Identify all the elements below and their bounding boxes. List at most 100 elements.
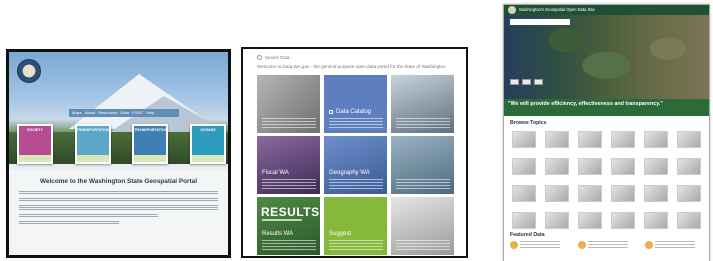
topic-thumbnail bbox=[611, 131, 635, 148]
map-control-button[interactable] bbox=[510, 79, 519, 85]
site-header: Washington's Geospatial Open Data Site bbox=[504, 5, 709, 15]
tile-label: Geography WA bbox=[329, 170, 370, 176]
topic-tile[interactable] bbox=[677, 158, 703, 181]
topic-tile[interactable] bbox=[677, 131, 703, 154]
nav-item-help[interactable]: Help bbox=[146, 110, 154, 116]
theme-cards: SOCIETY TRANSPORTATION TRANSPORTATION OC… bbox=[17, 124, 226, 168]
topic-thumbnail bbox=[512, 158, 536, 175]
theme-card-title: SOCIETY bbox=[27, 128, 43, 132]
tile-fiscal-wa[interactable]: Fiscal WA bbox=[257, 136, 320, 194]
welcome-heading: Welcome to the Washington State Geospati… bbox=[40, 178, 197, 185]
body-text-line bbox=[19, 205, 218, 211]
theme-card-footer bbox=[134, 155, 167, 162]
tile-opendata[interactable] bbox=[391, 136, 454, 194]
featured-item[interactable] bbox=[577, 241, 638, 249]
topic-thumbnail bbox=[611, 185, 635, 202]
topic-tile[interactable] bbox=[578, 185, 604, 208]
topic-thumbnail bbox=[611, 158, 635, 175]
topic-tile[interactable] bbox=[611, 212, 637, 235]
geoportal-screenshot: Maps About Resources Data FGDC Help SOCI… bbox=[6, 49, 231, 258]
tile-description bbox=[262, 240, 316, 250]
search-icon bbox=[257, 55, 262, 61]
topic-tile[interactable] bbox=[611, 131, 637, 154]
theme-card-transportation-2[interactable]: TRANSPORTATION bbox=[132, 124, 169, 164]
welcome-section: Welcome to the Washington State Geospati… bbox=[9, 170, 228, 255]
tile-description bbox=[396, 240, 450, 250]
topic-tile[interactable] bbox=[545, 185, 571, 208]
topic-tile[interactable] bbox=[545, 212, 571, 235]
featured-item-text bbox=[587, 241, 628, 249]
topic-tile[interactable] bbox=[644, 212, 670, 235]
topic-tile[interactable] bbox=[644, 131, 670, 154]
tile-geography-wa[interactable]: Geography WA bbox=[324, 136, 387, 194]
topic-tile[interactable] bbox=[512, 185, 538, 208]
theme-card-oceans[interactable]: OCEANS bbox=[189, 124, 226, 164]
nav-item-data[interactable]: Data bbox=[120, 110, 128, 116]
tile-description bbox=[329, 118, 383, 128]
nav-item-maps[interactable]: Maps bbox=[72, 110, 82, 116]
tile-new-and-noteworthy[interactable] bbox=[257, 75, 320, 133]
topic-thumbnail bbox=[545, 212, 569, 229]
mission-quote: "We will provide efficiency, effectivene… bbox=[508, 101, 663, 107]
theme-card-title: TRANSPORTATION bbox=[76, 128, 110, 132]
topic-tile[interactable] bbox=[512, 158, 538, 181]
topic-thumbnail bbox=[644, 212, 668, 229]
opendata-screenshot: Washington's Geospatial Open Data Site "… bbox=[503, 4, 710, 261]
topic-tile[interactable] bbox=[512, 131, 538, 154]
featured-item[interactable] bbox=[510, 241, 570, 249]
theme-card-transportation[interactable]: TRANSPORTATION bbox=[74, 124, 111, 164]
topic-tile[interactable] bbox=[611, 185, 637, 208]
featured-item[interactable] bbox=[645, 241, 705, 249]
search-data-link[interactable]: Search Data bbox=[257, 55, 289, 61]
topic-tile[interactable] bbox=[578, 131, 604, 154]
catalog-icon bbox=[329, 110, 333, 114]
nav-item-fgdc[interactable]: FGDC bbox=[132, 110, 143, 116]
body-text-line bbox=[19, 214, 159, 218]
tile-description bbox=[329, 240, 383, 250]
datawa-screenshot: Search Data Welcome to Data.WA.gov - the… bbox=[241, 47, 468, 258]
results-logo-underline bbox=[262, 219, 302, 221]
topic-thumbnail bbox=[545, 185, 569, 202]
intro-text: Welcome to Data.WA.gov - the general pur… bbox=[257, 64, 446, 69]
site-title: Washington's Geospatial Open Data Site bbox=[519, 7, 595, 12]
featured-data-list bbox=[510, 241, 705, 249]
topic-tile[interactable] bbox=[578, 158, 604, 181]
map-search-input[interactable] bbox=[510, 19, 570, 25]
tile-label: Results WA bbox=[262, 231, 294, 237]
topic-tile[interactable] bbox=[545, 158, 571, 181]
nav-item-about[interactable]: About bbox=[85, 110, 95, 116]
map-control-button[interactable] bbox=[522, 79, 531, 85]
tile-agency[interactable] bbox=[391, 75, 454, 133]
topic-thumbnail bbox=[578, 131, 602, 148]
topic-tile[interactable] bbox=[545, 131, 571, 154]
results-logo: RESULTS bbox=[261, 205, 320, 219]
tile-data-catalog[interactable]: Data Catalog bbox=[324, 75, 387, 133]
topic-thumbnail bbox=[644, 158, 668, 175]
nav-item-resources[interactable]: Resources bbox=[98, 110, 117, 116]
map-control-button[interactable] bbox=[534, 79, 543, 85]
tile-label: Fiscal WA bbox=[262, 170, 289, 176]
tile-description bbox=[329, 179, 383, 189]
mission-banner: "We will provide efficiency, effectivene… bbox=[504, 99, 709, 116]
topic-tile[interactable] bbox=[677, 185, 703, 208]
topic-tile[interactable] bbox=[611, 158, 637, 181]
map-view[interactable] bbox=[504, 15, 709, 99]
topic-tile[interactable] bbox=[644, 185, 670, 208]
body-text-line bbox=[19, 221, 119, 225]
tile-grid: Data Catalog Fiscal WA Geography WA RESU… bbox=[257, 75, 455, 255]
tile-education-research[interactable] bbox=[391, 197, 454, 255]
browse-topics-title: Browse Topics bbox=[510, 120, 547, 126]
topic-tile[interactable] bbox=[644, 158, 670, 181]
topic-tile[interactable] bbox=[578, 212, 604, 235]
tile-results-wa[interactable]: RESULTS Results WA bbox=[257, 197, 320, 255]
topic-thumbnail bbox=[677, 158, 701, 175]
topic-thumbnail bbox=[545, 158, 569, 175]
topic-thumbnail bbox=[578, 212, 602, 229]
topic-thumbnail bbox=[677, 185, 701, 202]
topic-thumbnail bbox=[578, 158, 602, 175]
tile-description bbox=[396, 118, 450, 128]
topic-tile[interactable] bbox=[677, 212, 703, 235]
theme-card-society[interactable]: SOCIETY bbox=[17, 124, 53, 164]
tile-suggest[interactable]: Suggest bbox=[324, 197, 387, 255]
topic-thumbnail bbox=[644, 185, 668, 202]
